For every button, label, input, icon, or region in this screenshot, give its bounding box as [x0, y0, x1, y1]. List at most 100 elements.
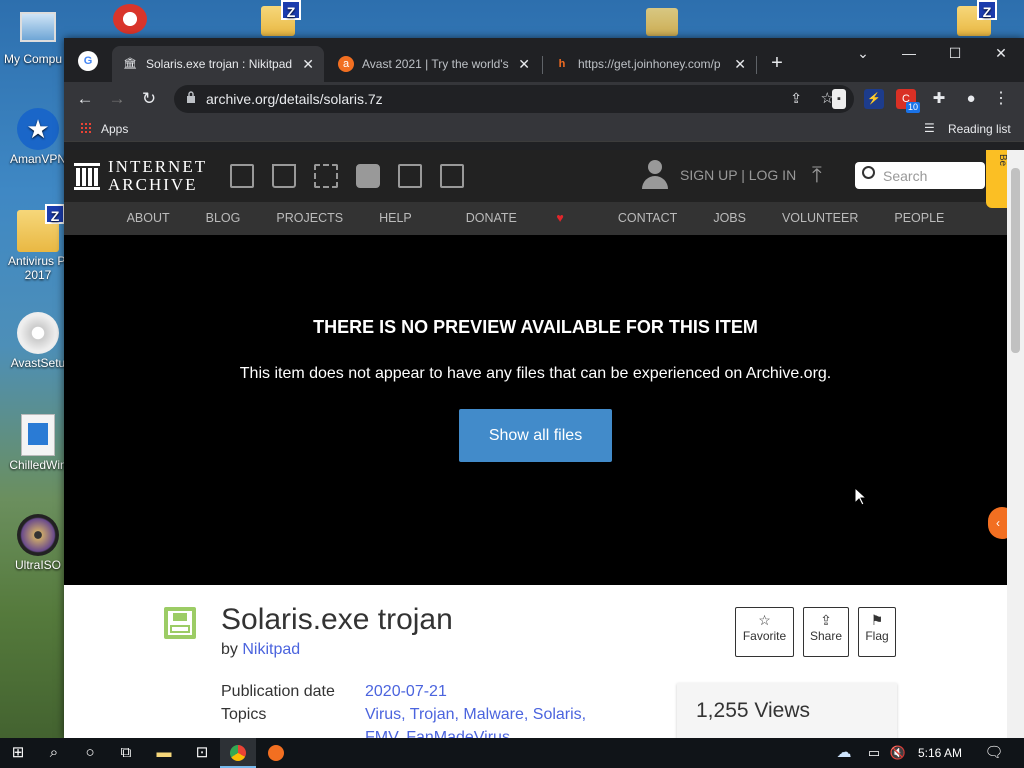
nav-blog[interactable]: BLOG [188, 202, 259, 235]
avast-taskbar-icon[interactable] [258, 738, 294, 768]
logo-line-2: ARCHIVE [108, 175, 198, 194]
maximize-button[interactable]: ☐ [932, 38, 978, 68]
address-url: archive.org/details/solaris.7z [206, 91, 383, 107]
lock-icon [187, 91, 195, 103]
audio-speaker-icon[interactable] [356, 164, 380, 188]
clock-time[interactable]: 5:16 AM [918, 746, 962, 760]
start-windows-icon[interactable]: ⊞ [0, 738, 36, 768]
new-tab-plus-icon[interactable]: + [764, 50, 790, 76]
flag-button[interactable]: ⚑ Flag [858, 607, 896, 657]
ccleaner-icon [113, 4, 147, 34]
favorite-button[interactable]: ☆ Favorite [735, 607, 794, 657]
reload-icon[interactable]: ↻ [136, 86, 162, 112]
folder-icon: Z [17, 204, 65, 252]
signup-login-link[interactable]: SIGN UP | LOG IN [680, 167, 796, 183]
apps-grid-icon[interactable] [80, 122, 92, 134]
search-icon[interactable]: ⌕ [36, 738, 72, 768]
mouse-cursor-icon [855, 488, 867, 506]
desktop-icon-ultraiso[interactable]: UltraISO [4, 514, 72, 572]
desktop-icon-folder-z1[interactable]: Z [244, 0, 312, 38]
tab-honey[interactable]: h https://get.joinhoney.com/p ✕ [544, 46, 756, 82]
desktop-icon-avastsetup[interactable]: AvastSetu [4, 312, 72, 370]
desktop-icon-folder-z2[interactable]: Z [940, 0, 1008, 38]
reading-list-label[interactable]: Reading list [948, 122, 1011, 136]
beta-side-tab[interactable]: Be [986, 150, 1007, 208]
back-arrow-icon[interactable]: ← [72, 86, 98, 112]
cortana-circle-icon[interactable]: ○ [72, 738, 108, 768]
reading-list-icon[interactable]: ☰ [924, 121, 935, 135]
extensions-puzzle-icon[interactable]: ✚ [926, 86, 952, 112]
nav-contact[interactable]: CONTACT [600, 202, 696, 235]
share-button[interactable]: ⇪ Share [803, 607, 849, 657]
notifications-icon[interactable]: 🗨 [976, 738, 1012, 768]
video-film-icon[interactable] [314, 164, 338, 188]
tab-search-chevron-icon[interactable]: ⌄ [840, 38, 886, 68]
tab-title: Avast 2021 | Try the world's tr [362, 57, 511, 71]
nav-help[interactable]: HELP [361, 202, 430, 235]
scrollbar-thumb[interactable] [1011, 168, 1020, 353]
author-link[interactable]: Nikitpad [242, 641, 300, 658]
flag-icon: ⚑ [870, 612, 884, 628]
nav-people[interactable]: PEOPLE [876, 202, 962, 235]
web-icon[interactable] [230, 164, 254, 188]
search-icon [862, 166, 875, 179]
search-box[interactable]: Search [855, 162, 985, 189]
page-scrollbar[interactable] [1007, 150, 1024, 738]
task-view-icon[interactable]: ⧉ [108, 738, 144, 768]
nav-donate[interactable]: DONATE ♥ [430, 202, 600, 235]
texts-book-icon[interactable] [272, 164, 296, 188]
nav-projects[interactable]: PROJECTS [258, 202, 361, 235]
side-collapse-chevron-icon[interactable]: ‹ [988, 507, 1007, 539]
desktop-icon-amanvpn[interactable]: ★ AmanVPN [4, 108, 72, 166]
item-details: Solaris.exe trojan by Nikitpad Publicati… [64, 585, 1007, 738]
share-icon[interactable]: ⇪ [790, 90, 802, 107]
desktop-icon-antivirus[interactable]: Z Antivirus Pl 2017 [4, 204, 72, 282]
extension-doc-icon[interactable]: ▪ [832, 89, 846, 109]
folder-icon [646, 8, 678, 36]
user-avatar-icon[interactable] [642, 160, 668, 190]
desktop-icon-folder-plain[interactable] [628, 8, 696, 38]
chrome-icon[interactable] [220, 738, 256, 768]
close-tab-icon[interactable]: ✕ [518, 56, 530, 73]
topics-value[interactable]: Virus, Trojan, Malware, Solaris, [365, 706, 586, 724]
profile-avatar-icon[interactable]: ● [958, 86, 984, 112]
nav-about[interactable]: ABOUT [109, 202, 188, 235]
ia-nav-bar: ABOUT BLOG PROJECTS HELP DONATE ♥ CONTAC… [64, 202, 1007, 235]
images-icon[interactable] [440, 164, 464, 188]
desktop-icon-chilledwin[interactable]: ChilledWin [4, 414, 72, 472]
nav-jobs[interactable]: JOBS [695, 202, 764, 235]
show-all-files-button[interactable]: Show all files [459, 409, 612, 462]
extension-red-icon[interactable]: C 10 [896, 89, 920, 113]
close-tab-icon[interactable]: ✕ [734, 56, 746, 73]
minimize-button[interactable]: — [886, 38, 932, 68]
desktop-icon-my-computer[interactable]: My Compu [4, 8, 72, 66]
upload-arrow-icon[interactable]: ⤒ [812, 162, 822, 188]
search-input[interactable]: Search [883, 168, 927, 184]
nav-volunteer[interactable]: VOLUNTEER [764, 202, 876, 235]
software-floppy-icon[interactable] [398, 164, 422, 188]
pub-date-value[interactable]: 2020-07-21 [365, 683, 447, 701]
close-window-button[interactable]: ✕ [978, 38, 1024, 68]
no-preview-text: This item does not appear to have any fi… [239, 365, 832, 382]
extension-count-badge: 10 [905, 102, 920, 113]
address-bar[interactable]: archive.org/details/solaris.7z ⇪ ☆ [174, 85, 854, 113]
google-icon[interactable]: G [78, 51, 98, 71]
heart-icon: ♥ [556, 211, 564, 225]
menu-kebab-icon[interactable]: ⋮ [988, 86, 1014, 112]
apps-bookmark[interactable]: Apps [101, 122, 128, 136]
computer-icon [20, 12, 56, 42]
forward-arrow-icon[interactable]: → [104, 86, 130, 112]
ia-logo[interactable]: INTERNET ARCHIVE [74, 158, 207, 194]
store-bag-icon[interactable]: ⊡ [184, 738, 220, 768]
topics-value-2[interactable]: FMV, FanMadeVirus [365, 729, 510, 738]
favorite-label: Favorite [742, 629, 787, 643]
z-badge-icon: Z [45, 204, 65, 224]
tab-solaris[interactable]: 🏛 Solaris.exe trojan : Nikitpad : F ✕ [112, 46, 324, 82]
desktop-icon-ccleaner[interactable] [96, 4, 164, 36]
tab-avast[interactable]: a Avast 2021 | Try the world's tr ✕ [328, 46, 540, 82]
close-tab-icon[interactable]: ✕ [302, 56, 314, 73]
extension-bolt-icon[interactable]: ⚡ [864, 89, 884, 109]
volume-muted-icon[interactable]: 🔇 [880, 738, 916, 768]
file-explorer-icon[interactable]: ▬ [146, 738, 182, 768]
by-prefix: by [221, 641, 238, 658]
